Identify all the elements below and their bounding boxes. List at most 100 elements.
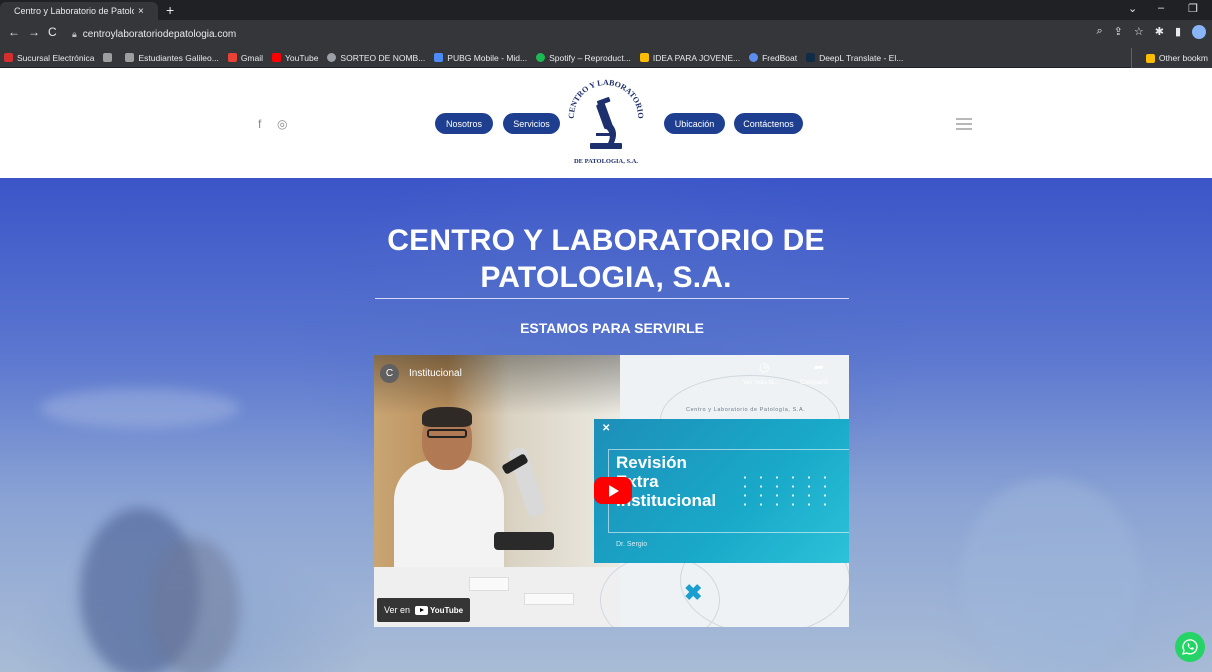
- toolbar-actions: ⌕ ⇪ ☆ ✱ ▮: [1096, 25, 1206, 39]
- hero-title: CENTRO Y LABORATORIO DE PATOLOGIA, S.A.: [360, 222, 852, 296]
- reload-icon[interactable]: C: [48, 25, 57, 39]
- slide-doctor-name: Dr. Sergio: [616, 541, 648, 548]
- hero-title-line1: CENTRO Y LABORATORIO DE: [387, 224, 825, 257]
- bookmark-favicon-icon: [749, 53, 759, 62]
- share-icon[interactable]: ⇪: [1114, 25, 1123, 39]
- bookmark-item[interactable]: Estudiantes Galileo...: [125, 52, 219, 63]
- video-title[interactable]: Institucional: [409, 368, 462, 379]
- hero-divider: [375, 298, 849, 299]
- share-label[interactable]: Compartir: [800, 379, 829, 386]
- profile-avatar[interactable]: [1192, 25, 1206, 39]
- gmail-icon: [227, 53, 237, 62]
- bookmark-item[interactable]: Spotify – Reproduct...: [536, 53, 631, 63]
- paper: [524, 593, 574, 605]
- whatsapp-icon: [1182, 639, 1198, 655]
- dot-grid: [737, 473, 833, 511]
- x-mark-icon: ✖: [684, 580, 703, 605]
- bookmark-favicon-icon: [125, 53, 135, 62]
- tab-search-icon[interactable]: ⌄: [1128, 2, 1137, 15]
- watch-on-youtube-button[interactable]: Ver en YouTube: [377, 598, 471, 622]
- bookmarks-bar: Sucursal Electrónica Estudiantes Galileo…: [0, 48, 1212, 68]
- bookmark-item[interactable]: DeepL Translate - El...: [806, 53, 903, 63]
- bookmark-item[interactable]: [103, 53, 116, 62]
- bookmark-label: IDEA PARA JOVENE...: [652, 52, 741, 63]
- hero-background-figure: [150, 538, 240, 672]
- tab-strip: Centro y Laboratorio de Patología × + ⌄ …: [0, 0, 1212, 20]
- bookmark-label: YouTube: [285, 52, 319, 63]
- other-bookmarks-label: Other bookm: [1158, 53, 1208, 63]
- hero-background-figure: [40, 388, 240, 428]
- nav-ubicacion-button[interactable]: Ubicación: [664, 113, 725, 134]
- slide-heading-line: Revisión: [616, 453, 687, 472]
- youtube-play-icon: [415, 605, 429, 615]
- bookmark-item[interactable]: Gmail: [227, 52, 264, 63]
- bookmark-item[interactable]: PUBG Mobile - Mid...: [434, 53, 527, 63]
- hero-background-figure: [960, 478, 1140, 672]
- share-arrow-icon[interactable]: ➦: [814, 360, 824, 374]
- extensions-icon[interactable]: ✱: [1155, 25, 1164, 39]
- bookmark-favicon-icon: [806, 53, 816, 62]
- url-field[interactable]: 🔒︎ centroylaboratoriodepatologia.com: [72, 24, 1072, 44]
- bookmark-label: FredBoat: [762, 52, 798, 63]
- channel-avatar[interactable]: C: [380, 364, 399, 383]
- bookmark-star-icon[interactable]: ☆: [1134, 25, 1144, 39]
- bookmark-favicon-icon: [4, 53, 13, 62]
- bookmark-favicon-icon: [103, 53, 113, 62]
- bookmark-item[interactable]: Sucursal Electrónica: [4, 53, 94, 63]
- watch-on-label: Ver en: [384, 605, 411, 615]
- doctor-hair: [422, 407, 472, 427]
- hero-title-line2: PATOLOGIA, S.A.: [480, 261, 732, 294]
- youtube-wordmark: YouTube: [430, 605, 464, 615]
- back-icon[interactable]: ←: [8, 25, 20, 39]
- tab-title: Centro y Laboratorio de Patología: [14, 6, 134, 16]
- bookmark-label: SORTEO DE NOMB...: [340, 52, 426, 63]
- folder-icon: [1145, 53, 1155, 63]
- bookmark-item[interactable]: IDEA PARA JOVENE...: [639, 52, 741, 63]
- nav-servicios-button[interactable]: Servicios: [503, 113, 560, 134]
- x-mark-icon: ✕: [602, 423, 611, 434]
- play-button[interactable]: [594, 477, 632, 504]
- logo-bottom-text: DE PATOLOGIA, S.A.: [574, 158, 638, 165]
- bookmark-label: Spotify – Reproduct...: [549, 52, 631, 63]
- nav-nosotros-button[interactable]: Nosotros: [435, 113, 493, 134]
- bookmark-item[interactable]: FredBoat: [749, 53, 797, 63]
- url-text: centroylaboratoriodepatologia.com: [82, 28, 237, 40]
- bookmark-item[interactable]: YouTube: [272, 53, 318, 63]
- paper: [469, 577, 509, 591]
- sidepanel-icon[interactable]: ▮: [1175, 25, 1181, 39]
- youtube-logo: YouTube: [415, 605, 464, 615]
- restore-icon[interactable]: ❐: [1188, 2, 1198, 15]
- youtube-icon: [272, 53, 282, 62]
- youtube-video-embed[interactable]: Centro y Laboratorio de Patología, S.A. …: [374, 355, 849, 627]
- bookmark-favicon-icon: [434, 53, 444, 62]
- tab-close-icon[interactable]: ×: [138, 6, 144, 17]
- folder-icon: [639, 53, 649, 62]
- browser-tab[interactable]: Centro y Laboratorio de Patología ×: [0, 2, 158, 20]
- watch-later-label[interactable]: Ver más ta...: [743, 379, 780, 386]
- lock-icon: 🔒︎: [72, 28, 77, 39]
- hero-subtitle: ESTAMOS PARA SERVIRLE: [520, 320, 704, 336]
- address-bar-row: ← → C 🔒︎ centroylaboratoriodepatologia.c…: [0, 20, 1212, 48]
- zoom-icon[interactable]: ⌕: [1096, 25, 1102, 39]
- watch-later-icon[interactable]: ◷: [759, 360, 769, 374]
- nav-contactenos-button[interactable]: Contáctenos: [734, 113, 803, 134]
- new-tab-icon[interactable]: +: [166, 2, 174, 18]
- instagram-icon[interactable]: ◎: [277, 117, 287, 131]
- slide-org-text: Centro y Laboratorio de Patología, S.A.: [686, 407, 806, 413]
- globe-icon: [327, 53, 337, 62]
- whatsapp-button[interactable]: [1175, 632, 1205, 662]
- facebook-icon[interactable]: f: [258, 117, 261, 131]
- lab-logo[interactable]: CENTRO Y LABORATORIO DE PATOLOGIA, S.A.: [560, 77, 652, 169]
- bookmark-label: DeepL Translate - El...: [819, 52, 904, 63]
- menu-hamburger-icon[interactable]: [956, 118, 972, 133]
- forward-icon[interactable]: →: [28, 25, 40, 39]
- slide-title-card: ✕ Revisión Extra Institucional Dr. Sergi…: [594, 419, 849, 563]
- bookmark-item[interactable]: SORTEO DE NOMB...: [327, 53, 425, 63]
- spotify-icon: [536, 53, 546, 62]
- bookmark-label: Gmail: [240, 52, 264, 63]
- browser-window: Centro y Laboratorio de Patología × + ⌄ …: [0, 0, 1212, 672]
- bookmark-label: Estudiantes Galileo...: [138, 52, 219, 63]
- minimize-icon[interactable]: –: [1158, 2, 1164, 14]
- other-bookmarks[interactable]: Other bookm: [1130, 48, 1212, 68]
- site-header: f ◎ Nosotros Servicios Ubicación Contáct…: [0, 69, 1212, 178]
